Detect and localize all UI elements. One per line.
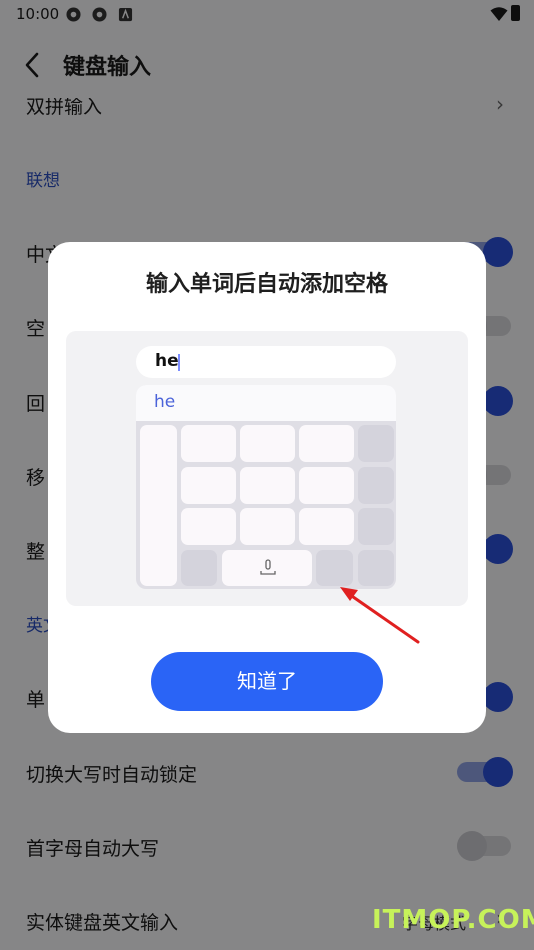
text-caret: [178, 354, 180, 371]
keyboard-key: [181, 425, 236, 462]
keyboard-key: [181, 467, 236, 504]
candidate-word: he: [154, 392, 176, 412]
keyboard-illustration: he he: [66, 331, 468, 606]
red-arrow-annotation: [340, 587, 420, 644]
candidate-bar: he: [136, 385, 396, 421]
illustration-input-box: he: [136, 346, 396, 378]
keyboard-key: [240, 425, 295, 462]
keyboard-key: [299, 508, 354, 545]
keyboard-key: [181, 550, 217, 586]
illustration-keyboard: he: [136, 385, 396, 589]
keyboard-key: [358, 508, 394, 545]
microphone-icon: [260, 559, 276, 575]
watermark: ITMOP.COM: [372, 905, 534, 935]
got-it-button[interactable]: 知道了: [151, 652, 383, 711]
keyboard-key: [181, 508, 236, 545]
space-key: [222, 550, 312, 586]
keyboard-key: [140, 425, 177, 586]
illustration-typed-text: he: [155, 351, 179, 371]
dialog-title: 输入单词后自动添加空格: [145, 272, 388, 297]
keyboard-key: [240, 508, 295, 545]
keyboard-key: [299, 425, 354, 462]
keyboard-key: [358, 425, 394, 462]
keyboard-key: [358, 467, 394, 504]
keyboard-key: [299, 467, 354, 504]
keyboard-key: [240, 467, 295, 504]
